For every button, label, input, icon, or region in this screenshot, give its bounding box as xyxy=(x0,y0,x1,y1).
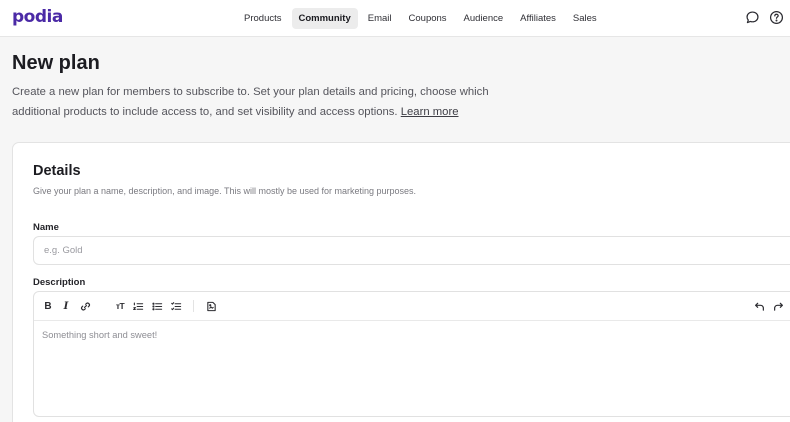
top-right-icons xyxy=(745,10,784,25)
nav-item-community[interactable]: Community xyxy=(291,8,358,29)
redo-button[interactable] xyxy=(771,299,785,313)
page-title: New plan xyxy=(12,52,100,74)
editor-toolbar: B I тT xyxy=(34,292,790,321)
bold-button[interactable]: B xyxy=(41,299,55,313)
nav-item-audience[interactable]: Audience xyxy=(457,8,511,29)
chat-icon[interactable] xyxy=(745,10,760,25)
name-label: Name xyxy=(33,222,59,233)
italic-button[interactable]: I xyxy=(59,299,73,313)
page-intro: Create a new plan for members to subscri… xyxy=(12,83,512,122)
nav-item-coupons[interactable]: Coupons xyxy=(402,8,454,29)
ordered-list-button[interactable] xyxy=(131,299,145,313)
undo-button[interactable] xyxy=(752,299,766,313)
undo-icon xyxy=(754,302,764,311)
bullet-list-button[interactable] xyxy=(150,299,164,313)
main-nav: Products Community Email Coupons Audienc… xyxy=(237,8,604,29)
description-editor[interactable]: B I тT Something short and sweet! xyxy=(33,291,790,417)
main-content: New plan Create a new plan for members t… xyxy=(0,37,790,422)
details-subtitle: Give your plan a name, description, and … xyxy=(33,186,417,196)
description-placeholder[interactable]: Something short and sweet! xyxy=(42,330,157,340)
checklist-button[interactable] xyxy=(169,299,183,313)
description-label: Description xyxy=(33,277,86,288)
ordered-list-icon xyxy=(132,301,143,310)
podia-logo[interactable]: podia xyxy=(12,7,63,27)
text-size-button[interactable]: тT xyxy=(113,299,127,313)
name-input[interactable] xyxy=(33,236,790,265)
learn-more-link[interactable]: Learn more xyxy=(401,106,459,118)
details-title: Details xyxy=(33,163,81,179)
nav-item-products[interactable]: Products xyxy=(237,8,289,29)
help-icon[interactable] xyxy=(769,10,784,25)
toolbar-divider xyxy=(193,300,194,312)
nav-item-affiliates[interactable]: Affiliates xyxy=(513,8,563,29)
link-button[interactable] xyxy=(78,299,92,313)
top-navigation-bar: podia Products Community Email Coupons A… xyxy=(0,0,790,37)
redo-icon xyxy=(773,302,783,311)
bullet-list-icon xyxy=(151,302,162,310)
insert-image-button[interactable] xyxy=(204,299,218,313)
nav-item-sales[interactable]: Sales xyxy=(566,8,604,29)
nav-item-email[interactable]: Email xyxy=(361,8,399,29)
link-icon xyxy=(80,302,90,310)
image-icon xyxy=(206,301,216,311)
checklist-icon xyxy=(170,301,181,310)
details-card: Details Give your plan a name, descripti… xyxy=(12,142,790,422)
